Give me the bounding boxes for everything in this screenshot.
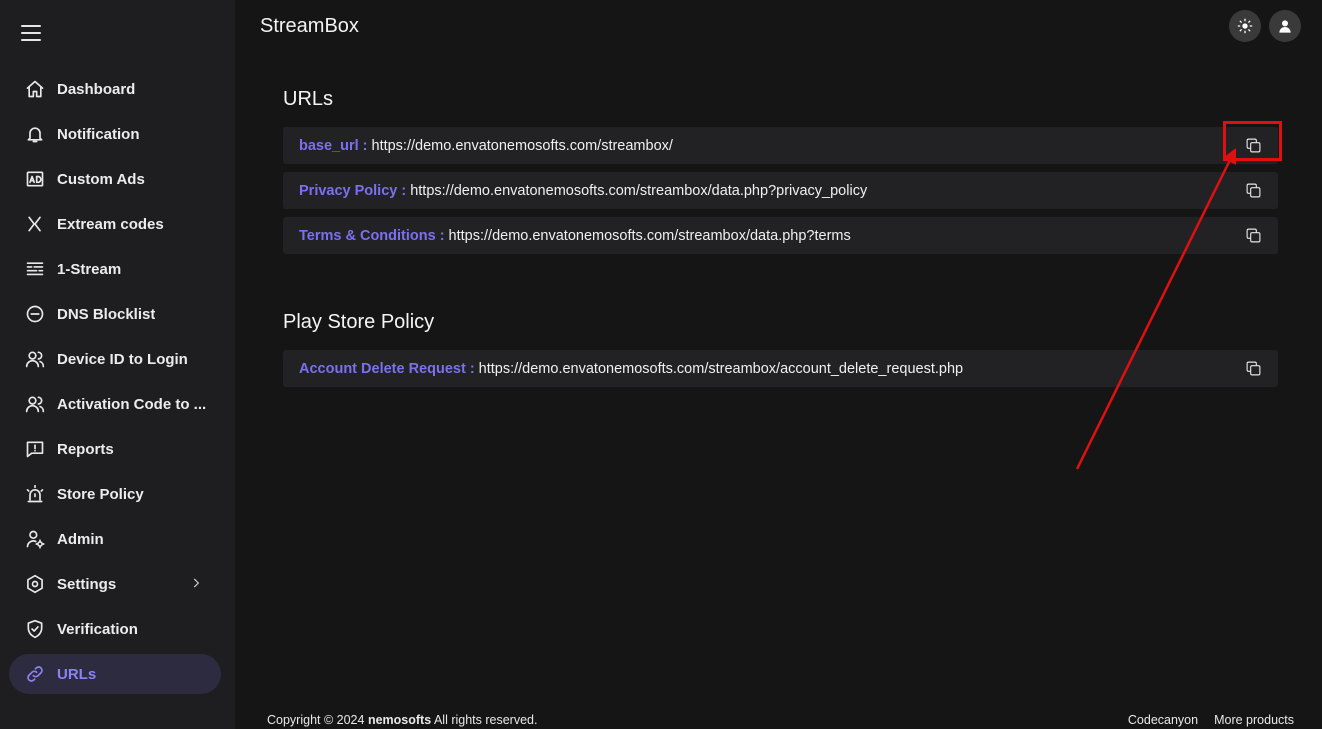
sidebar-item-label: Custom Ads xyxy=(57,170,145,188)
urls-section-title: URLs xyxy=(283,88,334,110)
siren-icon xyxy=(25,484,45,504)
profile-button[interactable] xyxy=(1269,10,1301,42)
footer-link-codecanyon[interactable]: Codecanyon xyxy=(1128,713,1198,727)
sidebar-item-label: Admin xyxy=(57,530,104,548)
menu-toggle-icon[interactable] xyxy=(21,25,41,45)
sidebar-item-urls[interactable]: URLs xyxy=(9,654,221,694)
chevron-right-icon xyxy=(189,576,203,590)
sun-icon xyxy=(1237,18,1253,34)
copyright-suffix: All rights reserved. xyxy=(433,713,538,727)
sidebar-item-reports[interactable]: Reports xyxy=(9,429,221,469)
users-icon xyxy=(25,349,45,369)
sidebar-item-1-stream[interactable]: 1-Stream xyxy=(9,249,221,289)
url-value: https://demo.envatonemosofts.com/streamb… xyxy=(410,182,868,199)
xtream-icon xyxy=(25,214,45,234)
sidebar-nav: Dashboard Notification Custom Ads Extrea… xyxy=(9,69,221,699)
url-row-base-url: base_url : https://demo.envatonemosofts.… xyxy=(283,127,1278,164)
sidebar-item-label: DNS Blocklist xyxy=(57,305,156,323)
ad-icon xyxy=(25,169,45,189)
url-value: https://demo.envatonemosofts.com/streamb… xyxy=(448,227,851,244)
url-row-terms: Terms & Conditions : https://demo.envato… xyxy=(283,217,1278,254)
url-key: Privacy Policy : xyxy=(299,182,407,199)
sidebar-item-label: Notification xyxy=(57,125,140,143)
url-row-account-delete: Account Delete Request : https://demo.en… xyxy=(283,350,1278,387)
sidebar-item-label: Store Policy xyxy=(57,485,144,503)
stream-icon xyxy=(25,259,45,279)
play-store-section-title: Play Store Policy xyxy=(283,311,435,333)
sidebar-item-label: 1-Stream xyxy=(57,260,122,278)
copyright-prefix: Copyright © 2024 xyxy=(267,713,365,727)
sidebar-item-device-id-to-login[interactable]: Device ID to Login xyxy=(9,339,221,379)
users-icon xyxy=(25,394,45,414)
sidebar-item-label: Extream codes xyxy=(57,215,164,233)
home-icon xyxy=(25,79,45,99)
sidebar-item-label: Settings xyxy=(57,575,117,593)
sidebar-item-label: Activation Code to ... xyxy=(57,395,207,413)
sidebar-item-extream-codes[interactable]: Extream codes xyxy=(9,204,221,244)
shield-check-icon xyxy=(25,619,45,639)
copy-icon[interactable] xyxy=(1245,360,1262,377)
footer-links: Codecanyon More products xyxy=(1128,713,1294,727)
theme-toggle-button[interactable] xyxy=(1229,10,1261,42)
sidebar-item-verification[interactable]: Verification xyxy=(9,609,221,649)
sidebar: Dashboard Notification Custom Ads Extrea… xyxy=(0,0,235,729)
bell-icon xyxy=(25,124,45,144)
sidebar-item-store-policy[interactable]: Store Policy xyxy=(9,474,221,514)
sidebar-item-label: Reports xyxy=(57,440,114,458)
sidebar-item-admin[interactable]: Admin xyxy=(9,519,221,559)
url-key: Account Delete Request : xyxy=(299,360,475,377)
sidebar-item-label: Dashboard xyxy=(57,80,136,98)
app-title: StreamBox xyxy=(260,15,359,37)
link-icon xyxy=(25,664,45,684)
copy-icon[interactable] xyxy=(1245,227,1262,244)
sidebar-item-settings[interactable]: Settings xyxy=(9,564,221,604)
sidebar-item-activation-code[interactable]: Activation Code to ... xyxy=(9,384,221,424)
sidebar-item-dns-blocklist[interactable]: DNS Blocklist xyxy=(9,294,221,334)
sidebar-item-dashboard[interactable]: Dashboard xyxy=(9,69,221,109)
admin-icon xyxy=(25,529,45,549)
url-key: Terms & Conditions : xyxy=(299,227,445,244)
url-value: https://demo.envatonemosofts.com/streamb… xyxy=(478,360,964,377)
report-icon xyxy=(25,439,45,459)
company-name: nemosofts xyxy=(367,713,432,727)
sidebar-item-custom-ads[interactable]: Custom Ads xyxy=(9,159,221,199)
sidebar-item-label: URLs xyxy=(57,665,97,683)
user-icon xyxy=(1279,20,1291,33)
url-row-privacy-policy: Privacy Policy : https://demo.envatonemo… xyxy=(283,172,1278,209)
footer-link-more-products[interactable]: More products xyxy=(1214,713,1294,727)
url-value: https://demo.envatonemosofts.com/streamb… xyxy=(371,137,673,154)
copy-icon[interactable] xyxy=(1245,182,1262,199)
footer-copyright: Copyright © 2024 nemosofts All rights re… xyxy=(267,713,537,727)
annotation-highlight-box xyxy=(1223,121,1282,161)
settings-icon xyxy=(25,574,45,594)
block-icon xyxy=(25,304,45,324)
sidebar-item-notification[interactable]: Notification xyxy=(9,114,221,154)
sidebar-item-label: Device ID to Login xyxy=(57,350,188,368)
url-key: base_url : xyxy=(299,137,368,154)
sidebar-item-label: Verification xyxy=(57,620,138,638)
